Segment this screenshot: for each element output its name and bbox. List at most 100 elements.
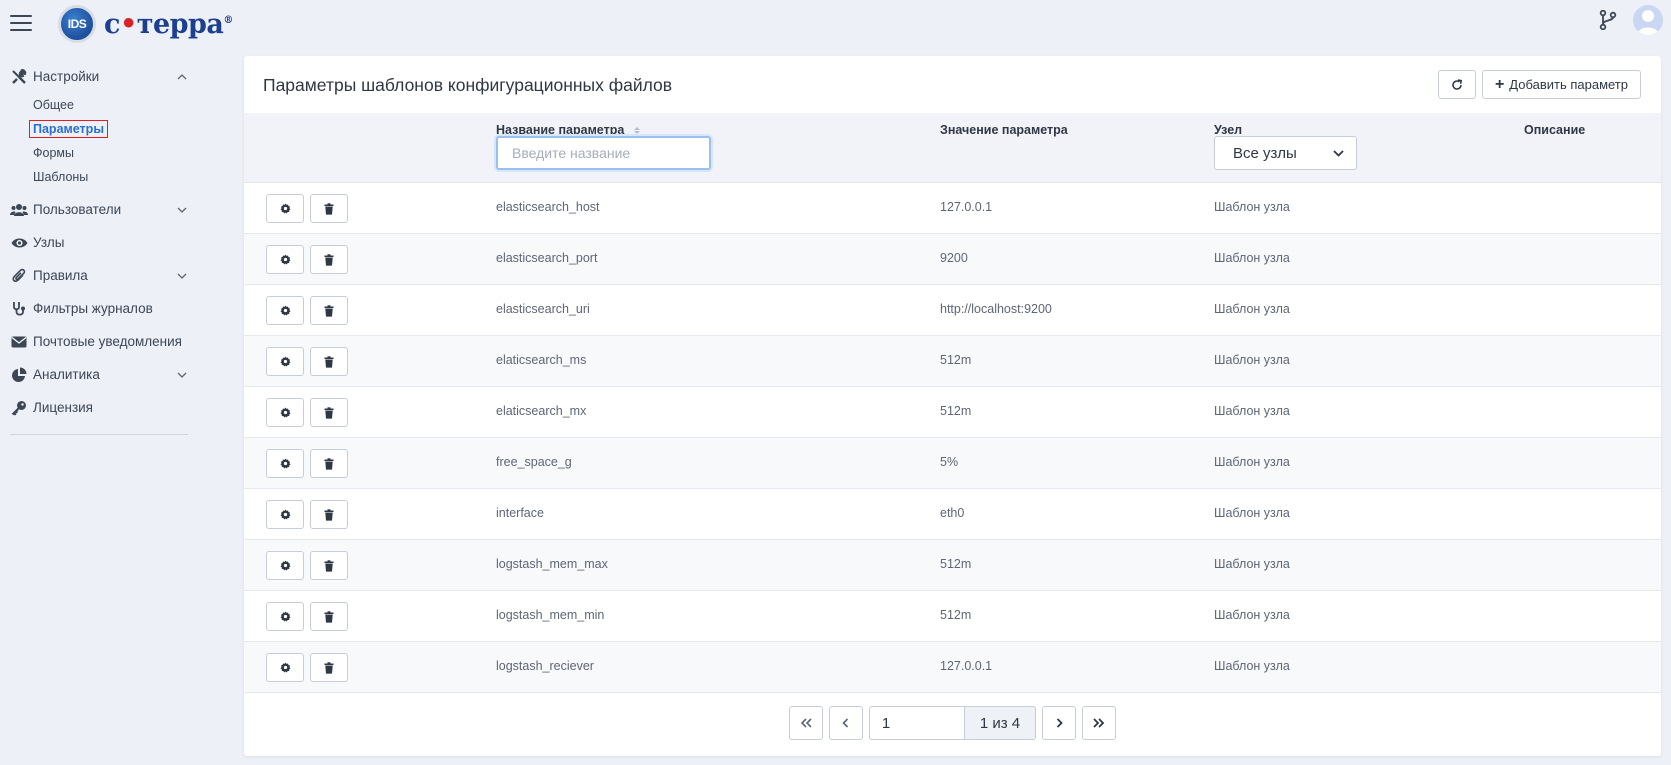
cell-parameter-name: free_space_g [496, 455, 572, 469]
table-header: Название параметра Значение параметра Уз… [244, 113, 1661, 183]
delete-parameter-button[interactable] [310, 245, 348, 274]
cell-node: Шаблон узла [1214, 353, 1290, 367]
git-branch-icon[interactable] [1599, 10, 1617, 30]
cell-node: Шаблон узла [1214, 608, 1290, 622]
next-page-button[interactable] [1042, 706, 1077, 740]
sidebar-item-mail-notifications[interactable]: Почтовые уведомления [0, 325, 200, 358]
cell-parameter-value: http://localhost:9200 [940, 302, 1052, 316]
delete-parameter-button[interactable] [310, 500, 348, 529]
user-avatar-icon[interactable] [1633, 5, 1663, 35]
sidebar-item-nodes[interactable]: Узлы [0, 226, 200, 259]
pie-chart-icon [10, 367, 28, 383]
trash-icon [324, 304, 334, 317]
name-filter-input[interactable] [496, 136, 711, 170]
edit-parameter-button[interactable] [266, 551, 304, 580]
refresh-button[interactable] [1437, 70, 1476, 99]
eye-icon [10, 235, 28, 251]
refresh-icon [1452, 78, 1463, 90]
cell-parameter-name: elasticsearch_host [496, 200, 600, 214]
delete-parameter-button[interactable] [310, 449, 348, 478]
node-filter-select[interactable]: Все узлы [1214, 136, 1357, 170]
double-chevron-right-icon [1093, 718, 1105, 728]
delete-parameter-button[interactable] [310, 398, 348, 427]
cell-parameter-value: 127.0.0.1 [940, 200, 993, 214]
trash-icon [324, 202, 334, 215]
page-number-input[interactable] [868, 706, 965, 740]
sidebar-item-license[interactable]: Лицензия [0, 391, 200, 424]
add-parameter-button[interactable]: + Добавить параметр [1481, 70, 1641, 99]
last-page-button[interactable] [1082, 706, 1117, 740]
cell-node: Шаблон узла [1214, 557, 1290, 571]
sidebar-item-users[interactable]: Пользователи [0, 193, 200, 226]
delete-parameter-button[interactable] [310, 194, 348, 223]
edit-parameter-button[interactable] [266, 245, 304, 274]
table-row: logstash_mem_max 512m Шаблон узла [244, 540, 1661, 591]
table-row: logstash_mem_min 512m Шаблон узла [244, 591, 1661, 642]
cell-parameter-value: 5% [940, 455, 959, 469]
trash-icon [324, 355, 334, 368]
cell-parameter-name: logstash_mem_max [496, 557, 608, 571]
sidebar-item-log-filters[interactable]: Фильтры журналов [0, 292, 200, 325]
add-parameter-label: Добавить параметр [1509, 77, 1628, 92]
delete-parameter-button[interactable] [310, 602, 348, 631]
cell-parameter-value: 512m [940, 404, 972, 418]
table-row: elaticsearch_mx 512m Шаблон узла [244, 387, 1661, 438]
pagination: 1 из 4 [244, 706, 1661, 740]
sidebar-item-settings[interactable]: Настройки [0, 60, 200, 93]
double-chevron-left-icon [800, 718, 812, 728]
cell-parameter-name: elaticsearch_ms [496, 353, 587, 367]
logo-badge: IDS [58, 5, 96, 43]
envelope-icon [10, 334, 28, 350]
edit-parameter-button[interactable] [266, 347, 304, 376]
delete-parameter-button[interactable] [310, 296, 348, 325]
table-row: elasticsearch_port 9200 Шаблон узла [244, 234, 1661, 285]
sort-icon[interactable] [634, 126, 641, 134]
column-header-name[interactable]: Название параметра [496, 123, 641, 137]
cell-parameter-name: elasticsearch_port [496, 251, 598, 265]
sidebar-subitem-parameters[interactable]: Параметры [29, 117, 200, 141]
sidebar-subitem-forms[interactable]: Формы [33, 141, 200, 165]
sidebar-item-label: Почтовые уведомления [33, 334, 182, 349]
cell-parameter-value: 512m [940, 557, 972, 571]
menu-toggle-icon[interactable] [10, 15, 32, 33]
sidebar-item-analytics[interactable]: Аналитика [0, 358, 200, 391]
sidebar-subitem-general[interactable]: Общее [33, 93, 200, 117]
cell-node: Шаблон узла [1214, 404, 1290, 418]
first-page-button[interactable] [788, 706, 823, 740]
edit-parameter-button[interactable] [266, 500, 304, 529]
edit-parameter-button[interactable] [266, 296, 304, 325]
chevron-down-icon [176, 369, 188, 381]
edit-parameter-button[interactable] [266, 602, 304, 631]
delete-parameter-button[interactable] [310, 347, 348, 376]
edit-parameter-button[interactable] [266, 653, 304, 682]
cell-parameter-value: eth0 [940, 506, 965, 520]
table-body: elasticsearch_host 127.0.0.1 Шаблон узла el… [244, 183, 1661, 693]
gear-icon [279, 356, 291, 367]
table-row: interface eth0 Шаблон узла [244, 489, 1661, 540]
trash-icon [324, 508, 334, 521]
stethoscope-icon [10, 301, 28, 317]
gear-icon [279, 560, 291, 571]
trash-icon [324, 559, 334, 572]
sidebar-item-rules[interactable]: Правила [0, 259, 200, 292]
edit-parameter-button[interactable] [266, 194, 304, 223]
gear-icon [279, 305, 291, 316]
chevron-down-icon [176, 270, 188, 282]
cell-parameter-name: elasticsearch_uri [496, 302, 590, 316]
edit-parameter-button[interactable] [266, 398, 304, 427]
delete-parameter-button[interactable] [310, 551, 348, 580]
delete-parameter-button[interactable] [310, 653, 348, 682]
sidebar-subitem-templates[interactable]: Шаблоны [33, 165, 200, 189]
sidebar-item-label: Аналитика [33, 367, 100, 382]
cell-parameter-name: elaticsearch_mx [496, 404, 587, 418]
cell-node: Шаблон узла [1214, 200, 1290, 214]
prev-page-button[interactable] [828, 706, 863, 740]
trash-icon [324, 661, 334, 674]
chevron-down-icon [176, 204, 188, 216]
cell-node: Шаблон узла [1214, 251, 1290, 265]
table-row: elaticsearch_ms 512m Шаблон узла [244, 336, 1661, 387]
chevron-up-icon [176, 71, 188, 83]
tools-icon [10, 68, 28, 85]
edit-parameter-button[interactable] [266, 449, 304, 478]
users-icon [10, 202, 28, 218]
